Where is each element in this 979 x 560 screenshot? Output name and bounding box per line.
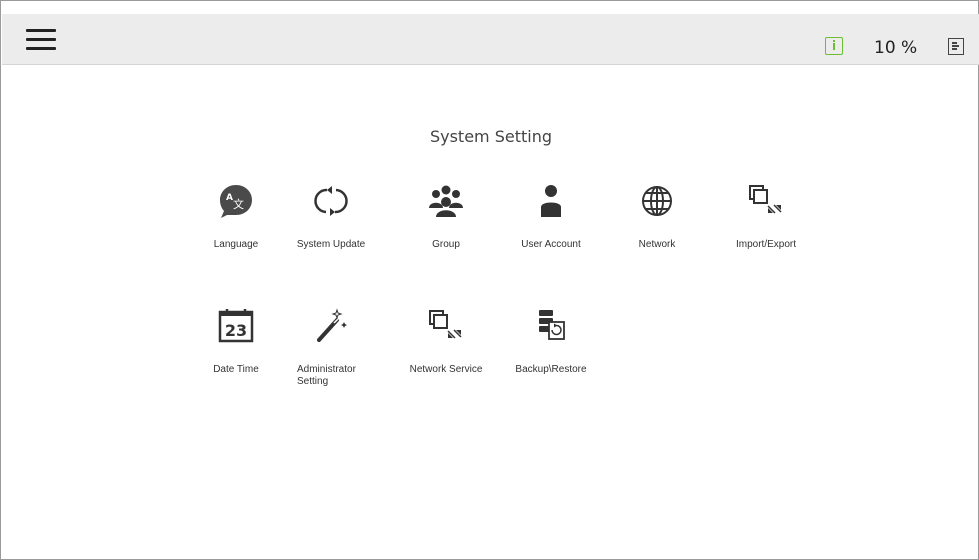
tile-label: System Update <box>296 239 366 250</box>
date-time-tile[interactable]: 23 Date Time <box>191 306 281 386</box>
tile-label: Language <box>213 239 259 250</box>
administrator-setting-tile[interactable]: Administrator Setting <box>286 306 376 387</box>
svg-text:文: 文 <box>233 197 244 211</box>
speed-indicator[interactable]: 10 % <box>874 38 917 58</box>
user-account-tile[interactable]: User Account <box>506 181 596 261</box>
network-service-icon <box>426 306 466 346</box>
system-update-tile[interactable]: System Update <box>286 181 376 261</box>
tile-label: Network Service <box>409 364 483 375</box>
magic-wand-icon <box>311 306 351 346</box>
group-icon <box>426 181 466 221</box>
tile-label: Group <box>432 239 460 250</box>
tile-label: User Account <box>521 239 581 250</box>
calendar-icon: 23 <box>216 306 256 346</box>
globe-icon <box>637 181 677 221</box>
hamburger-icon[interactable] <box>22 25 58 55</box>
network-tile[interactable]: Network <box>612 181 702 261</box>
import-export-tile[interactable]: Import/Export <box>721 181 811 261</box>
log-icon[interactable] <box>948 38 964 55</box>
user-icon <box>531 181 571 221</box>
page-title: System Setting <box>429 127 553 146</box>
group-tile[interactable]: Group <box>401 181 491 261</box>
language-tile[interactable]: A 文 Language <box>191 181 281 261</box>
tile-label: Backup\Restore <box>515 364 587 375</box>
backup-restore-icon <box>531 306 571 346</box>
calendar-day: 23 <box>225 321 247 340</box>
tile-label: Administrator Setting <box>297 364 356 387</box>
tile-label: Network <box>638 239 676 250</box>
app-window: 10 % System Setting A 文 Language System … <box>0 0 979 560</box>
info-icon[interactable] <box>825 37 843 55</box>
refresh-icon <box>311 181 351 221</box>
network-service-tile[interactable]: Network Service <box>401 306 491 386</box>
backup-restore-tile[interactable]: Backup\Restore <box>506 306 596 386</box>
tile-label: Date Time <box>213 364 259 375</box>
top-bar: 10 % <box>2 14 979 65</box>
svg-text:A: A <box>226 193 233 203</box>
language-icon: A 文 <box>216 181 256 221</box>
import-export-icon <box>746 181 786 221</box>
tile-label: Import/Export <box>735 239 797 250</box>
